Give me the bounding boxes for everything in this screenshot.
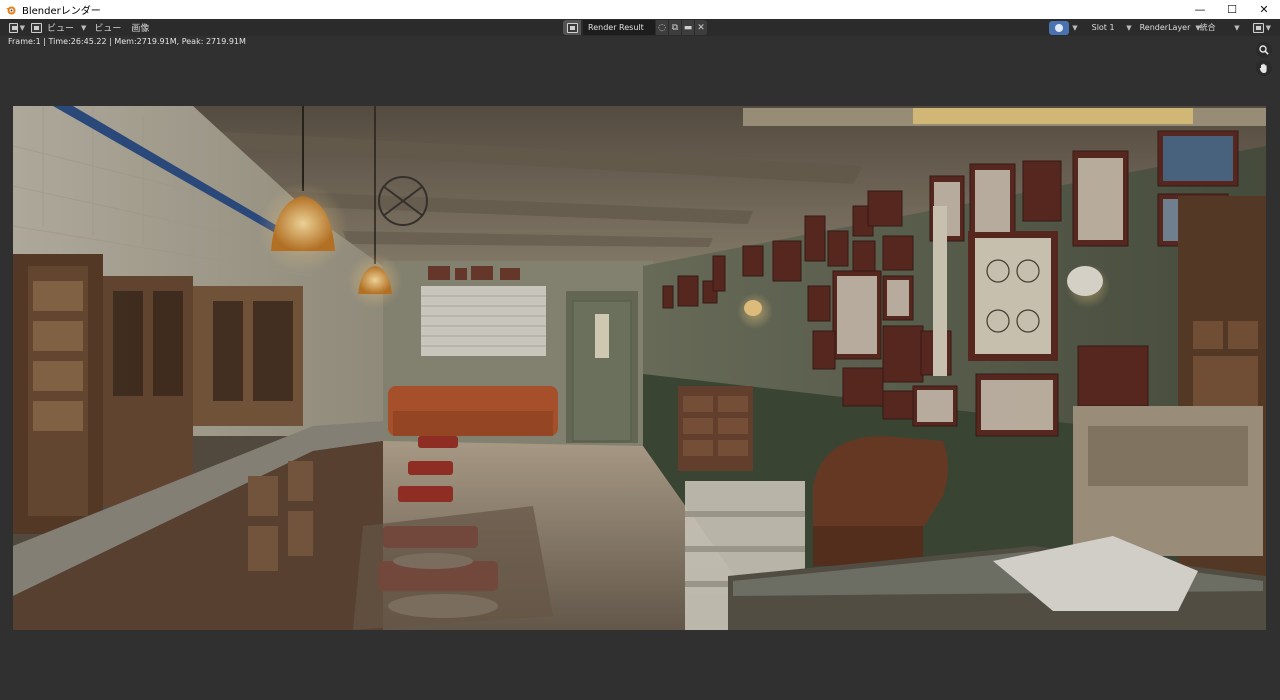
chevron-down-icon: ▼ (1126, 23, 1132, 32)
render-layer-label: RenderLayer (1139, 23, 1191, 32)
display-channels-selector[interactable]: ▼ (1250, 20, 1274, 35)
menu-view[interactable]: ビュー (89, 21, 126, 34)
browse-image-button[interactable] (563, 20, 581, 35)
chevron-down-icon: ▼ (1234, 23, 1240, 32)
menu-view-mode: ビュー (47, 24, 75, 34)
blender-logo-icon (6, 6, 16, 14)
editor-type-selector[interactable]: ▼ (6, 20, 28, 35)
render-pass-label: 統合 (1199, 23, 1216, 32)
sample-tool-button[interactable] (1049, 20, 1070, 35)
magnifier-icon (1259, 45, 1269, 55)
chevron-down-icon: ▼ (19, 23, 25, 32)
render-status-text: Frame:1 | Time:26:45.22 | Mem:2719.91M, … (8, 37, 246, 46)
pan-view-button[interactable] (1256, 60, 1272, 76)
duplicate-image-icon[interactable]: ⧉ (669, 20, 681, 35)
image-name-field[interactable]: Render Result (583, 20, 655, 35)
image-editor-icon (9, 22, 18, 33)
fake-user-shield-icon[interactable]: ◌ (656, 20, 668, 35)
open-image-folder-icon[interactable]: ▬ (682, 20, 694, 35)
render-layer-selector[interactable]: RenderLayer ▼ (1136, 20, 1201, 35)
slot-selector[interactable]: Slot 1 ▼ (1088, 20, 1136, 35)
chevron-down-icon: ▼ (1072, 23, 1078, 32)
unlink-image-icon[interactable]: ✕ (695, 20, 707, 35)
render-result-image[interactable] (13, 106, 1266, 630)
minimize-button[interactable]: — (1184, 0, 1216, 19)
menu-image[interactable]: 画像 (126, 21, 154, 34)
display-channels-icon (1252, 22, 1264, 33)
barbershop-render (13, 106, 1266, 630)
header-right-controls: ▼ Slot 1 ▼ RenderLayer ▼ 統合 ▼ ▼ (1049, 20, 1280, 35)
window-titlebar: Blenderレンダー — ☐ ✕ (0, 0, 1280, 19)
image-browse-icon (566, 22, 578, 33)
image-datablock-selector: Render Result ◌ ⧉ ▬ ✕ (563, 20, 707, 35)
zoom-view-button[interactable] (1256, 42, 1272, 58)
render-pass-selector[interactable]: 統合 ▼ (1196, 20, 1244, 35)
chevron-down-icon: ▼ (81, 23, 87, 32)
maximize-button[interactable]: ☐ (1216, 0, 1248, 19)
mode-selector[interactable]: ビュー ▼ (28, 20, 89, 35)
view-mode-icon (31, 22, 42, 33)
close-button[interactable]: ✕ (1248, 0, 1280, 19)
image-editor-header: ▼ ビュー ▼ ビュー 画像 Render Result ◌ ⧉ ▬ ✕ ▼ S… (0, 19, 1280, 36)
slot-label: Slot 1 (1091, 23, 1115, 32)
chevron-down-icon: ▼ (1265, 23, 1271, 32)
window-title: Blenderレンダー (22, 6, 101, 17)
eyedropper-icon (1055, 23, 1064, 32)
hand-icon (1259, 63, 1267, 73)
